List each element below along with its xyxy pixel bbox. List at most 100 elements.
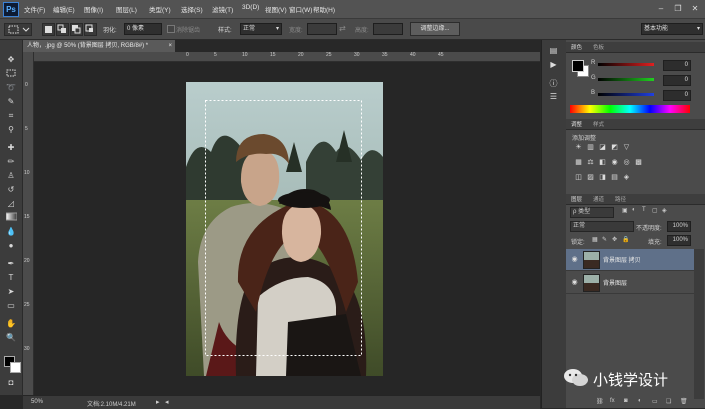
refine-edge-button[interactable]: 调整边缘... xyxy=(410,22,460,36)
filter-type-icon[interactable]: T xyxy=(642,207,646,213)
tab-adjustments[interactable]: 调整 xyxy=(571,120,582,128)
status-scroll-left-icon[interactable]: ◂ xyxy=(165,398,169,406)
blue-value-input[interactable]: 0 xyxy=(663,90,691,101)
link-layers-icon[interactable]: ⛓ xyxy=(596,398,604,405)
posterize-icon[interactable]: ▨ xyxy=(586,174,595,182)
brush-tool-icon[interactable]: ✏ xyxy=(4,156,18,168)
restore-icon[interactable]: ❐ xyxy=(672,3,684,14)
type-tool-icon[interactable]: T xyxy=(4,272,18,284)
eraser-tool-icon[interactable]: ◿ xyxy=(4,198,18,210)
width-input[interactable] xyxy=(307,23,337,35)
lock-pixels-icon[interactable]: ✎ xyxy=(602,236,607,243)
pen-tool-icon[interactable]: ✒ xyxy=(4,258,18,270)
eyedropper-tool-icon[interactable]: ⚲ xyxy=(4,124,18,136)
visibility-eye-icon[interactable]: ◉ xyxy=(570,255,579,264)
channel-mixer-icon[interactable]: ◎ xyxy=(622,159,631,167)
blue-slider[interactable] xyxy=(598,93,654,96)
zoom-tool-icon[interactable]: 🔍 xyxy=(4,332,18,344)
swap-icon[interactable]: ⇄ xyxy=(339,24,346,33)
hand-tool-icon[interactable]: ✋ xyxy=(4,318,18,330)
lock-all-icon[interactable]: 🔒 xyxy=(622,236,629,243)
gradient-tool-icon[interactable] xyxy=(4,212,18,224)
tab-color[interactable]: 颜色 xyxy=(571,43,582,51)
lock-position-icon[interactable]: ✥ xyxy=(612,236,617,243)
menu-filter[interactable]: 滤镜(T) xyxy=(212,4,233,14)
close-tab-icon[interactable]: × xyxy=(168,40,172,52)
marquee-selection[interactable] xyxy=(205,100,362,356)
rectangle-tool-icon[interactable]: ▭ xyxy=(4,300,18,312)
new-group-icon[interactable]: ▭ xyxy=(652,398,658,405)
layer-name[interactable]: 背景图层 拷贝 xyxy=(603,255,641,264)
move-tool-icon[interactable]: ✥ xyxy=(4,54,18,66)
threshold-icon[interactable]: ◨ xyxy=(598,174,607,182)
red-slider[interactable] xyxy=(598,63,654,66)
filter-shape-icon[interactable]: ▢ xyxy=(652,207,658,214)
color-balance-icon[interactable]: ⚖ xyxy=(586,159,595,167)
menu-window[interactable]: 窗口(W) xyxy=(289,4,312,14)
menu-3d[interactable]: 3D(D) xyxy=(242,4,259,11)
close-icon[interactable]: ✕ xyxy=(689,3,701,14)
photo-filter-icon[interactable]: ◉ xyxy=(610,159,619,167)
menu-select[interactable]: 选择(S) xyxy=(181,4,203,14)
visibility-eye-icon[interactable]: ◉ xyxy=(570,278,579,287)
menu-view[interactable]: 视图(V) xyxy=(265,4,287,14)
marquee-tool-icon[interactable] xyxy=(4,68,18,80)
new-layer-icon[interactable]: ❏ xyxy=(666,398,671,405)
subtract-selection-icon[interactable] xyxy=(70,23,83,36)
green-slider[interactable] xyxy=(598,78,654,81)
quick-mask-icon[interactable]: ◘ xyxy=(4,377,18,389)
invert-icon[interactable]: ◫ xyxy=(574,174,583,182)
menu-image[interactable]: 图像(I) xyxy=(84,4,103,14)
new-adjustment-icon[interactable]: ◐ xyxy=(638,398,642,404)
delete-layer-icon[interactable]: 🗑 xyxy=(680,398,688,405)
gradient-map-icon[interactable]: ▤ xyxy=(610,174,619,182)
vibrance-icon[interactable]: ▽ xyxy=(622,144,631,152)
path-select-tool-icon[interactable]: ➤ xyxy=(4,286,18,298)
layer-name[interactable]: 背景图层 xyxy=(603,278,627,287)
hue-saturation-icon[interactable]: ▦ xyxy=(574,159,583,167)
blend-mode-select[interactable]: 正常 xyxy=(570,221,634,232)
actions-panel-icon[interactable]: ▶ xyxy=(547,60,560,70)
zoom-level[interactable]: 50% xyxy=(31,399,43,405)
blur-tool-icon[interactable]: 💧 xyxy=(4,226,18,238)
tab-styles[interactable]: 样式 xyxy=(593,120,604,128)
layer-row[interactable]: ◉ 背景图层 拷贝 xyxy=(566,249,694,271)
color-spectrum[interactable] xyxy=(570,105,690,113)
height-input[interactable] xyxy=(373,23,403,35)
history-panel-icon[interactable]: ▤ xyxy=(547,46,560,56)
curves-icon[interactable]: ◪ xyxy=(598,144,607,152)
exposure-icon[interactable]: ◩ xyxy=(610,144,619,152)
levels-icon[interactable]: ▥ xyxy=(586,144,595,152)
crop-tool-icon[interactable]: ⌗ xyxy=(4,110,18,122)
tab-layers[interactable]: 图层 xyxy=(571,195,582,203)
layer-style-icon[interactable]: fx xyxy=(610,398,615,404)
black-white-icon[interactable]: ◧ xyxy=(598,159,607,167)
dodge-tool-icon[interactable]: ● xyxy=(4,240,18,252)
quick-select-tool-icon[interactable]: ✎ xyxy=(4,96,18,108)
filter-smart-icon[interactable]: ◈ xyxy=(662,207,667,214)
document-tab[interactable]: 人物，.jpg @ 50% (背景图层 拷贝, RGB/8#) * × xyxy=(23,40,175,52)
tab-channels[interactable]: 通道 xyxy=(593,195,604,203)
menu-help[interactable]: 帮助(H) xyxy=(313,4,335,14)
tab-paths[interactable]: 路径 xyxy=(615,195,626,203)
fg-color-swatch[interactable] xyxy=(572,60,584,72)
properties-panel-icon[interactable]: ☰ xyxy=(547,92,560,102)
info-panel-icon[interactable]: ⓘ xyxy=(547,78,560,88)
red-value-input[interactable]: 0 xyxy=(663,60,691,71)
lock-transparency-icon[interactable]: ▦ xyxy=(592,236,598,243)
menu-edit[interactable]: 编辑(E) xyxy=(53,4,75,14)
opacity-input[interactable]: 100% xyxy=(667,221,691,232)
color-lookup-icon[interactable]: ▩ xyxy=(634,159,643,167)
history-brush-tool-icon[interactable]: ↺ xyxy=(4,184,18,196)
style-select[interactable]: 正常 ▾ xyxy=(240,23,282,35)
minimize-icon[interactable]: – xyxy=(655,3,667,14)
lasso-tool-icon[interactable]: ➰ xyxy=(4,82,18,94)
tool-preset-picker[interactable] xyxy=(4,23,32,36)
brightness-icon[interactable]: ☀ xyxy=(574,144,583,152)
workspace-select[interactable]: 基本功能 ▾ xyxy=(641,23,703,35)
add-selection-icon[interactable] xyxy=(56,23,69,36)
filter-adjust-icon[interactable]: ◐ xyxy=(632,207,636,213)
status-arrow-icon[interactable]: ▸ xyxy=(156,398,160,406)
selective-color-icon[interactable]: ◈ xyxy=(622,174,631,182)
tab-swatches[interactable]: 色板 xyxy=(593,43,604,51)
